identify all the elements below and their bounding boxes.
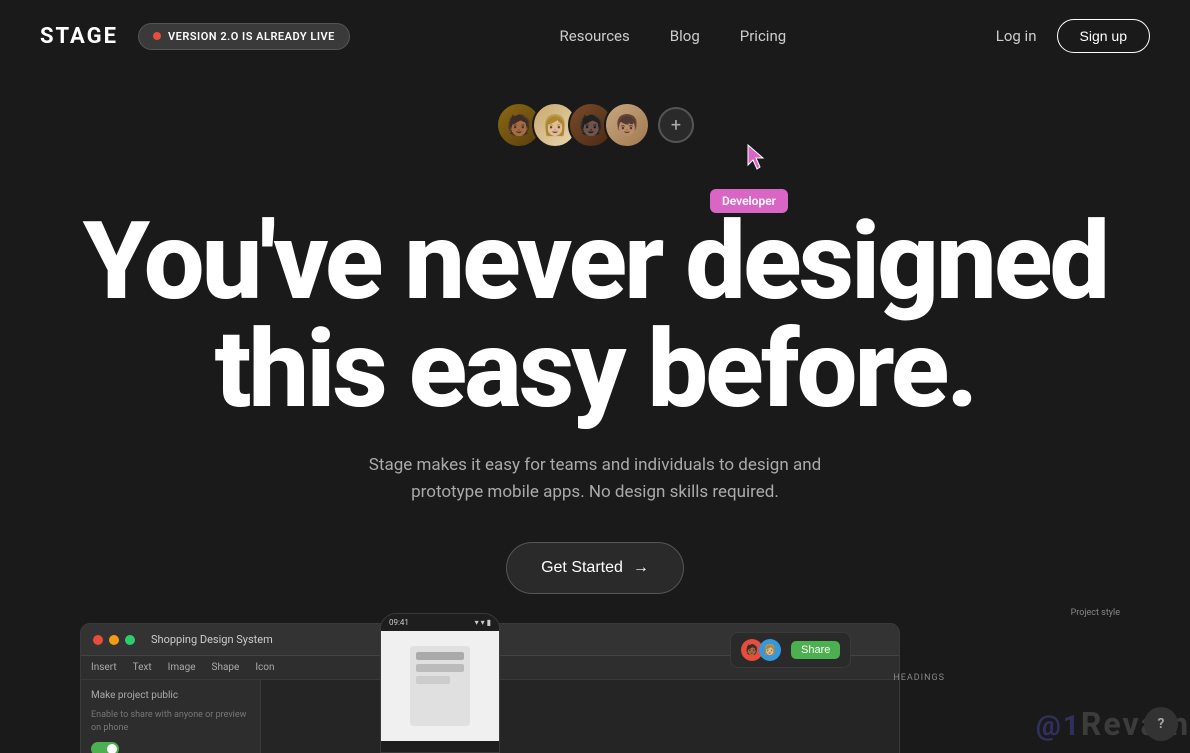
share-avatar-2: 👩🏼	[759, 639, 781, 661]
nav-resources[interactable]: Resources	[560, 27, 630, 45]
navbar-right: Log in Sign up	[996, 19, 1150, 53]
phone-preview: 09:41 ▾ ▾ ▮	[380, 613, 500, 753]
insert-tool[interactable]: Insert	[91, 662, 117, 673]
get-started-button[interactable]: Get Started →	[506, 542, 684, 594]
help-button[interactable]: ?	[1144, 707, 1178, 741]
avatar-4: 👦🏽	[604, 102, 650, 148]
hero-title: You've never designed this easy before.	[83, 208, 1107, 424]
live-dot-icon	[153, 32, 161, 40]
preview-sidebar: Make project public Enable to share with…	[81, 680, 261, 753]
phone-time: 09:41	[389, 618, 409, 627]
navbar-center: Resources Blog Pricing	[560, 27, 787, 45]
avatar-plus-button[interactable]: +	[658, 107, 694, 143]
version-badge[interactable]: VERSION 2.O IS ALREADY LIVE	[138, 23, 350, 50]
hero-section: 🧑🏾 👩🏼 🧑🏿 👦🏽 + Developer	[0, 72, 1190, 594]
traffic-light-red	[93, 635, 103, 645]
phone-icons: ▾ ▾ ▮	[475, 618, 491, 627]
icon-tool[interactable]: Icon	[255, 662, 274, 673]
traffic-light-yellow	[109, 635, 119, 645]
shape-tool[interactable]: Shape	[212, 662, 240, 673]
login-link[interactable]: Log in	[996, 27, 1037, 45]
image-tool[interactable]: Image	[168, 662, 196, 673]
version-badge-text: VERSION 2.O IS ALREADY LIVE	[168, 30, 335, 43]
hero-subtitle: Stage makes it easy for teams and indivi…	[345, 452, 845, 506]
nav-pricing[interactable]: Pricing	[740, 27, 786, 45]
share-overlay: 🧑🏾 👩🏼 Share	[730, 632, 851, 668]
nav-blog[interactable]: Blog	[670, 27, 700, 45]
preview-tab-label: Shopping Design System	[151, 633, 273, 646]
toggle-switch[interactable]	[91, 742, 119, 753]
developer-tooltip: Developer	[710, 189, 788, 213]
text-tool[interactable]: Text	[133, 662, 152, 673]
preview-body	[261, 680, 899, 753]
cta-label: Get Started	[541, 559, 623, 577]
traffic-light-green	[125, 635, 135, 645]
preview-area: Shopping Design System Insert Text Image…	[0, 593, 1190, 753]
signup-button[interactable]: Sign up	[1057, 19, 1150, 53]
share-button[interactable]: Share	[791, 641, 840, 659]
headings-label: HEADINGS	[893, 673, 945, 683]
preview-sidebar-title: Make project public	[91, 690, 250, 701]
cta-arrow-icon: →	[633, 559, 649, 577]
share-avatars: 🧑🏾 👩🏼	[741, 639, 781, 661]
navbar-left: STAGE VERSION 2.O IS ALREADY LIVE	[40, 23, 350, 50]
navbar: STAGE VERSION 2.O IS ALREADY LIVE Resour…	[0, 0, 1190, 72]
avatars-container: 🧑🏾 👩🏼 🧑🏿 👦🏽 + Developer	[496, 102, 694, 148]
traffic-lights	[93, 635, 135, 645]
cursor-icon	[744, 143, 768, 173]
logo: STAGE	[40, 24, 118, 49]
phone-screen	[381, 631, 499, 741]
phone-status-bar: 09:41 ▾ ▾ ▮	[381, 614, 499, 631]
preview-sidebar-subtitle: Enable to share with anyone or preview o…	[91, 709, 250, 734]
project-style-label: Project style	[1071, 608, 1120, 618]
avatars-group: 🧑🏾 👩🏼 🧑🏿 👦🏽 +	[496, 102, 694, 148]
